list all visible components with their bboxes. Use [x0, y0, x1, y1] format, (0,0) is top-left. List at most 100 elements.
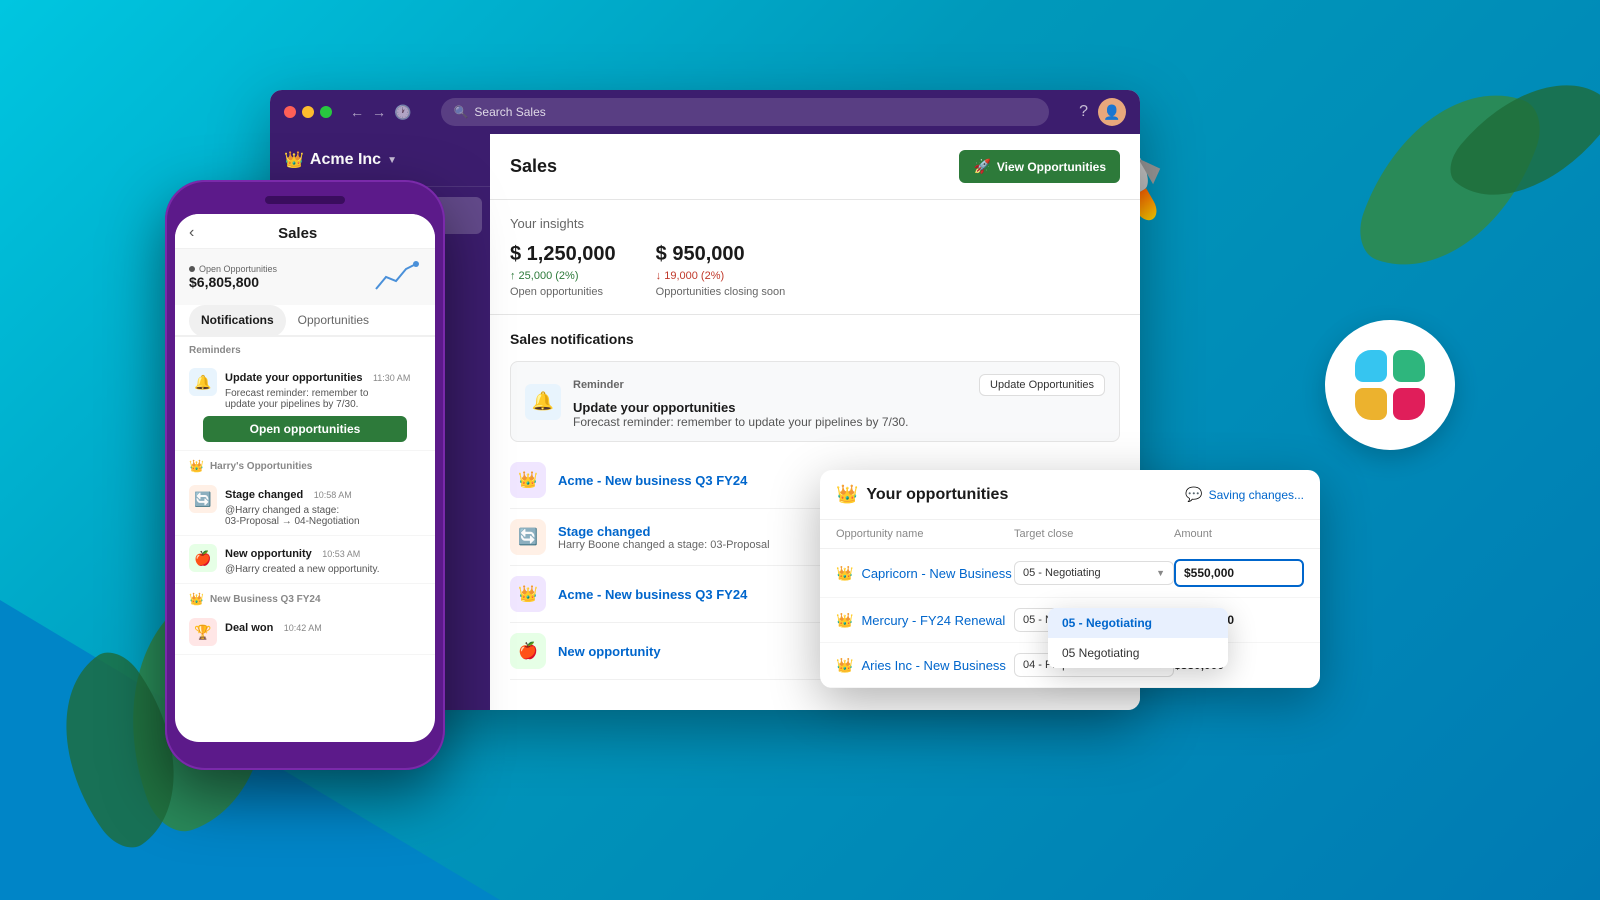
- browser-forward-button[interactable]: →: [372, 104, 386, 121]
- rocket-fin-right-icon: [1138, 151, 1165, 184]
- phone-frame: ‹ Sales Open Opportunities $6,805,800: [165, 180, 445, 770]
- phone-notif-stage-title-row: Stage changed 10:58 AM: [225, 485, 421, 503]
- phone-reminders-label: Reminders: [175, 337, 435, 360]
- phone-new-biz-icon: 👑: [189, 592, 204, 606]
- phone-metric-dot-icon: [189, 266, 195, 272]
- view-opportunities-label: View Opportunities: [997, 160, 1106, 174]
- capricorn-stage-dropdown[interactable]: 05 - Negotiating ▼: [1014, 561, 1174, 585]
- browser-minimize-dot[interactable]: [302, 106, 314, 118]
- reminder-card: 🔔 Reminder Update Opportunities Update y…: [510, 361, 1120, 442]
- phone-notif-new-opp[interactable]: 🍎 New opportunity 10:53 AM @Harry create…: [175, 536, 435, 584]
- update-opportunities-button[interactable]: Update Opportunities: [979, 374, 1105, 396]
- opportunities-panel-title: 👑 Your opportunities: [836, 484, 1008, 505]
- insights-metrics-row: $ 1,250,000 ↑ 25,000 (2%) Open opportuni…: [510, 243, 1120, 298]
- phone-metrics-content: Open Opportunities $6,805,800: [189, 264, 277, 290]
- app-name-header[interactable]: 👑 Acme Inc ▼: [284, 150, 476, 170]
- phone-notif-update-opps[interactable]: 🔔 Update your opportunities 11:30 AM For…: [175, 360, 435, 451]
- open-opps-value: $ 1,250,000: [510, 243, 616, 266]
- browser-history-button[interactable]: 🕐: [394, 104, 411, 121]
- capricorn-opp-icon: 👑: [836, 565, 853, 582]
- phone-back-button[interactable]: ‹: [189, 224, 194, 242]
- col-header-target-close: Target close: [1014, 528, 1174, 540]
- phone-notif-update-title-row: Update your opportunities 11:30 AM: [225, 368, 421, 386]
- phone-notif-stage-title: Stage changed: [225, 489, 303, 501]
- reminder-message-body: Forecast reminder: remember to update yo…: [573, 415, 1105, 429]
- capricorn-amount-input[interactable]: $550,000: [1174, 559, 1304, 587]
- app-name-text: Acme Inc: [310, 151, 381, 169]
- reminder-card-header: Reminder Update Opportunities: [573, 374, 1105, 396]
- phone-app-header: ‹ Sales: [175, 214, 435, 249]
- notif-acme1-icon: 👑: [510, 462, 546, 498]
- phone-tab-notifications[interactable]: Notifications: [189, 305, 286, 337]
- phone-notif-deal-won[interactable]: 🏆 Deal won 10:42 AM: [175, 610, 435, 655]
- aries-opp-icon: 👑: [836, 657, 853, 674]
- closing-soon-label: Opportunities closing soon: [656, 286, 786, 298]
- capricorn-stage-text: 05 - Negotiating: [1023, 567, 1101, 579]
- browser-address-bar[interactable]: 🔍 Search Sales: [441, 98, 1049, 126]
- view-opps-rocket-icon: 🚀: [973, 158, 990, 175]
- phone-notif-stage-changed[interactable]: 🔄 Stage changed 10:58 AM @Harry changed …: [175, 477, 435, 536]
- phone-notif-stage-body: Stage changed 10:58 AM @Harry changed a …: [225, 485, 421, 527]
- browser-search-icon: 🔍: [453, 105, 468, 119]
- opportunities-title-icon: 👑: [836, 484, 858, 505]
- open-opps-change: ↑ 25,000 (2%): [510, 270, 616, 282]
- phone-notif-stage-icon: 🔄: [189, 485, 217, 513]
- reminder-card-content: Reminder Update Opportunities Update you…: [573, 374, 1105, 429]
- phone-notif-deal-won-title: Deal won: [225, 622, 273, 634]
- phone-notif-update-title: Update your opportunities: [225, 372, 363, 384]
- closing-soon-value: $ 950,000: [656, 243, 786, 266]
- capricorn-opp-name-text: Capricorn - New Business: [861, 566, 1011, 581]
- phone-notif-new-opp-text: @Harry created a new opportunity.: [225, 564, 421, 575]
- insights-section: Your insights $ 1,250,000 ↑ 25,000 (2%) …: [490, 200, 1140, 315]
- phone-tab-opportunities[interactable]: Opportunities: [286, 305, 381, 337]
- phone-notif-deal-won-time: 10:42 AM: [284, 623, 322, 633]
- phone-notif-update-time: 11:30 AM: [373, 373, 410, 383]
- aries-opp-name-text: Aries Inc - New Business: [861, 658, 1006, 673]
- open-opps-label: Open opportunities: [510, 286, 616, 298]
- mobile-phone-container: ‹ Sales Open Opportunities $6,805,800: [165, 180, 445, 770]
- phone-metric-label: Open Opportunities: [189, 264, 277, 274]
- page-title: Sales: [510, 156, 557, 177]
- capricorn-stage-chevron-icon: ▼: [1156, 568, 1165, 578]
- col-header-opportunity-name: Opportunity name: [836, 528, 1014, 540]
- browser-window-controls: [284, 106, 332, 118]
- phone-metrics-bar: Open Opportunities $6,805,800: [175, 249, 435, 305]
- phone-notif-stage-text: @Harry changed a stage:03-Proposal → 04-…: [225, 505, 421, 527]
- opportunities-panel-header: 👑 Your opportunities 💬 Saving changes...: [820, 470, 1320, 520]
- dropdown-option-05-negotiating[interactable]: 05 - Negotiating: [1048, 608, 1228, 638]
- phone-metric-value: $6,805,800: [189, 274, 277, 290]
- opportunities-table-header: Opportunity name Target close Amount: [820, 520, 1320, 549]
- opportunity-name-capricorn[interactable]: 👑 Capricorn - New Business: [836, 565, 1014, 582]
- insights-section-title: Your insights: [510, 216, 1120, 231]
- browser-action-buttons: ? 👤: [1079, 98, 1126, 126]
- opportunity-name-aries[interactable]: 👑 Aries Inc - New Business: [836, 657, 1014, 674]
- app-name-chevron-icon: ▼: [387, 155, 397, 166]
- notif-new-opp-icon: 🍎: [510, 633, 546, 669]
- phone-notif-update-opps-header: 🔔 Update your opportunities 11:30 AM For…: [189, 368, 421, 410]
- browser-navigation: ← → 🕐: [350, 104, 411, 121]
- phone-app-title: Sales: [278, 225, 317, 242]
- phone-open-opportunities-button[interactable]: Open opportunities: [203, 416, 407, 442]
- browser-close-dot[interactable]: [284, 106, 296, 118]
- phone-notif-new-opp-title-row: New opportunity 10:53 AM: [225, 544, 421, 562]
- view-opportunities-button[interactable]: 🚀 View Opportunities: [959, 150, 1120, 183]
- notif-stage-icon: 🔄: [510, 519, 546, 555]
- browser-user-avatar[interactable]: 👤: [1098, 98, 1126, 126]
- phone-notif-new-opp-header: 🍎 New opportunity 10:53 AM @Harry create…: [189, 544, 421, 575]
- browser-maximize-dot[interactable]: [320, 106, 332, 118]
- browser-help-icon[interactable]: ?: [1079, 103, 1088, 121]
- opportunity-name-mercury[interactable]: 👑 Mercury - FY24 Renewal: [836, 612, 1014, 629]
- app-name-crown-icon: 👑: [284, 150, 304, 170]
- slack-logo-tl: [1355, 350, 1387, 382]
- closing-soon-change: ↓ 19,000 (2%): [656, 270, 786, 282]
- phone-metric-illustration: [371, 259, 421, 295]
- slack-logo-bl: [1355, 388, 1387, 420]
- phone-notif-deal-won-header: 🏆 Deal won 10:42 AM: [189, 618, 421, 646]
- slack-integration-widget[interactable]: [1325, 320, 1455, 450]
- phone-harry-icon: 👑: [189, 459, 204, 473]
- dropdown-option-05-negotiating-short[interactable]: 05 Negotiating: [1048, 638, 1228, 668]
- slack-logo-icon: [1355, 350, 1425, 420]
- phone-notif-new-opp-icon: 🍎: [189, 544, 217, 572]
- browser-back-button[interactable]: ←: [350, 104, 364, 121]
- opportunity-row-capricorn: 👑 Capricorn - New Business 05 - Negotiat…: [820, 549, 1320, 598]
